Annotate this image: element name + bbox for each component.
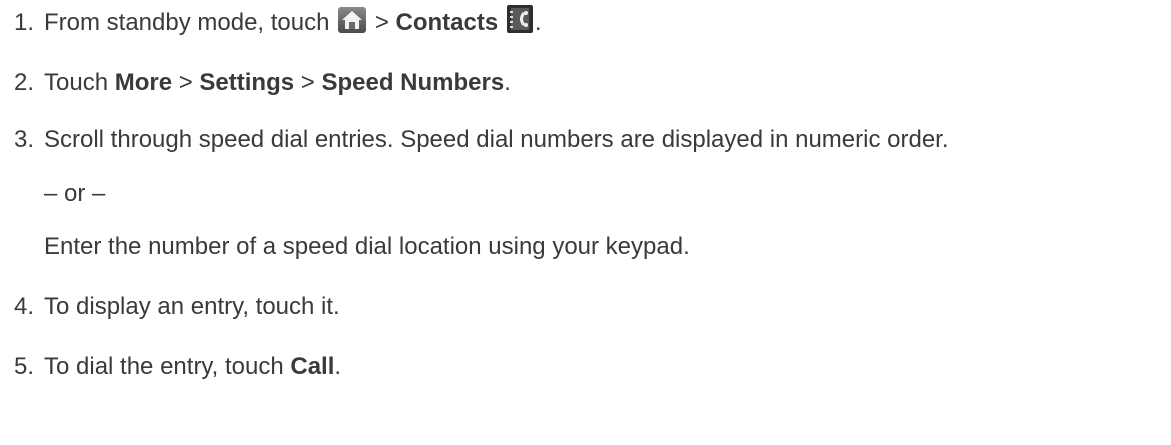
period: .	[504, 69, 511, 96]
step-text: To dial the entry, touch	[44, 353, 284, 380]
or-separator: – or –	[44, 180, 106, 207]
step-number: 4.	[14, 293, 35, 320]
home-icon	[338, 7, 367, 41]
step-1: 1. From standby mode, touch > Contacts .	[14, 5, 542, 41]
separator: >	[300, 69, 315, 96]
step-3: 3. Scroll through speed dial entries. Spe…	[14, 125, 949, 155]
period: .	[534, 9, 542, 36]
step-5: 5. To dial the entry, touch Call.	[14, 352, 341, 382]
bold-term: Call	[290, 353, 335, 380]
step-text: Touch	[44, 69, 109, 96]
step-4: 4. To display an entry, touch it.	[14, 292, 340, 322]
separator: >	[374, 9, 389, 36]
bold-term: Contacts	[395, 9, 499, 36]
step-text: From standby mode, touch	[44, 9, 330, 36]
step-2: 2. Touch More > Settings > Speed Numbers.	[14, 68, 511, 98]
step-number: 5.	[14, 353, 35, 380]
contacts-icon	[506, 5, 533, 41]
alt-step-text: Enter the number of a speed dial locatio…	[44, 233, 690, 260]
step-number: 1.	[14, 9, 35, 36]
bold-term: Speed Numbers	[321, 69, 505, 96]
bold-term: Settings	[199, 69, 295, 96]
bold-term: More	[114, 69, 173, 96]
step-text: To display an entry, touch it.	[44, 293, 340, 320]
step-text: Scroll through speed dial entries. Speed…	[44, 126, 949, 153]
step-number: 3.	[14, 126, 35, 153]
step-number: 2.	[14, 69, 35, 96]
separator: >	[178, 69, 193, 96]
period: .	[334, 353, 342, 380]
